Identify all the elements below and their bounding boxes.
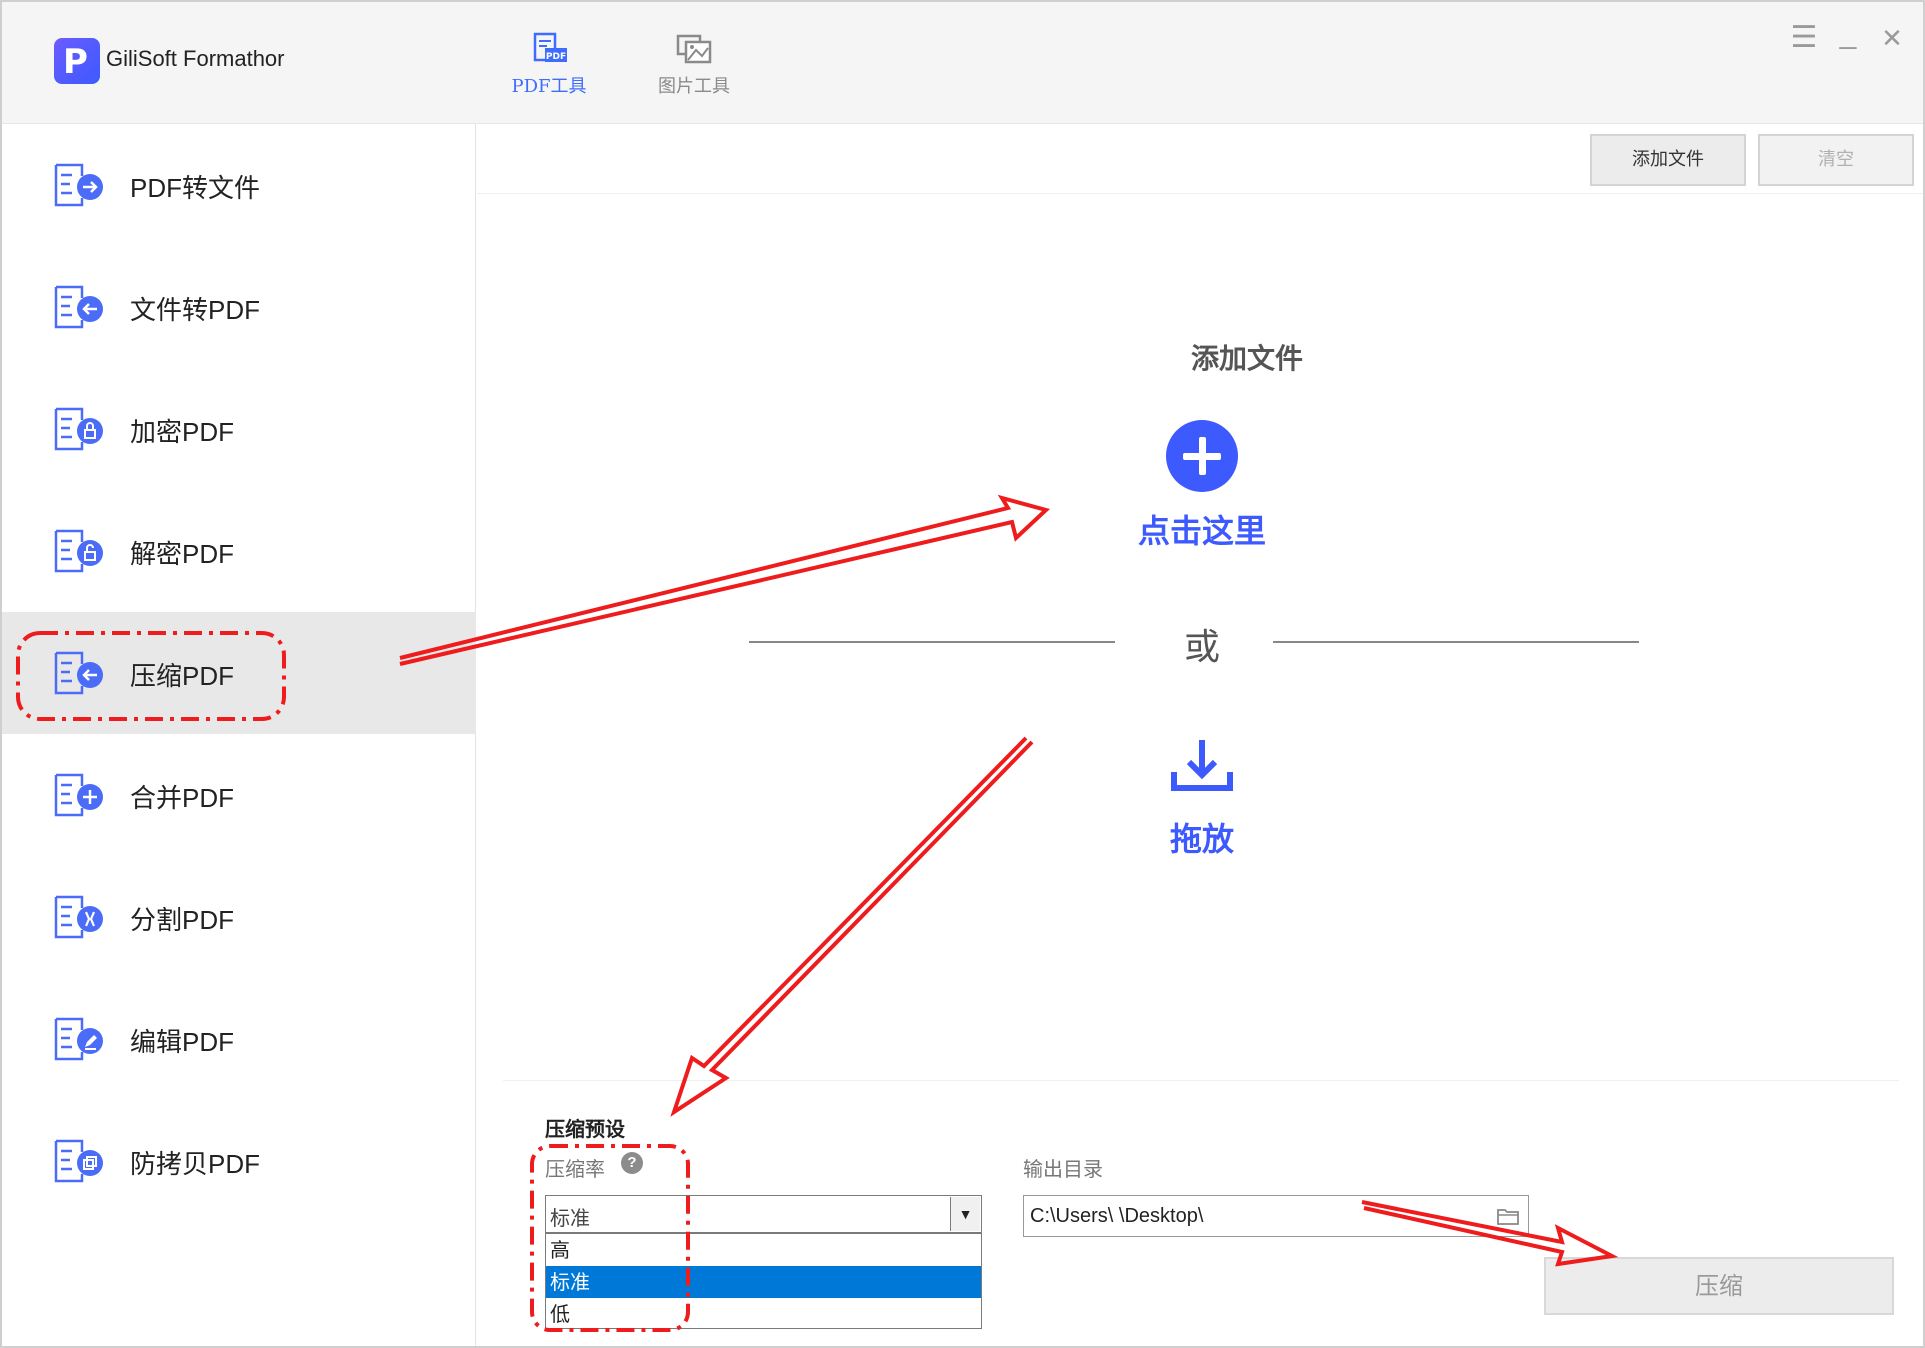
copy-protect-pdf-icon <box>54 1139 103 1183</box>
sidebar-item-merge-pdf[interactable]: 合并PDF <box>2 734 476 856</box>
title-bar: P GiliSoft Formathor PDF PDF工具 图片工具 ☰ _ … <box>2 2 1923 124</box>
chevron-down-icon[interactable]: ▼ <box>950 1197 980 1231</box>
sidebar-item-file-to-pdf[interactable]: 文件转PDF <box>2 246 476 368</box>
add-file-plus-icon[interactable] <box>1166 420 1238 492</box>
edit-pdf-icon <box>54 1017 103 1061</box>
app-logo-icon: P <box>54 38 100 84</box>
logo-letter: P <box>63 42 88 82</box>
compression-rate-select[interactable]: 标准 ▼ <box>545 1195 982 1233</box>
image-tool-icon <box>676 34 712 64</box>
sidebar-item-split-pdf[interactable]: 分割PDF <box>2 856 476 978</box>
option-high[interactable]: 高 <box>546 1234 981 1266</box>
sidebar-item-decrypt-pdf[interactable]: 解密PDF <box>2 490 476 612</box>
sidebar-item-edit-pdf[interactable]: 编辑PDF <box>2 978 476 1100</box>
encrypt-pdf-icon <box>54 407 103 451</box>
compression-settings: 压缩预设 压缩率 ? 标准 ▼ 高 标准 低 输出目录 C:\Users\ \D… <box>503 1080 1899 1346</box>
tab-image-tools[interactable]: 图片工具 <box>639 32 749 102</box>
sidebar-item-label: PDF转文件 <box>130 173 261 203</box>
sidebar-item-label: 合并PDF <box>130 783 235 813</box>
close-icon[interactable]: ✕ <box>1874 20 1910 56</box>
file-to-pdf-icon <box>54 285 103 329</box>
compression-rate-options: 高 标准 低 <box>545 1233 982 1329</box>
minimize-icon[interactable]: _ <box>1830 16 1866 52</box>
tab-image-tools-label: 图片工具 <box>658 76 730 97</box>
tab-pdf-tools-label: PDF工具 <box>511 76 587 97</box>
output-dir-value: C:\Users\ \Desktop\ <box>1030 1205 1204 1227</box>
option-standard[interactable]: 标准 <box>546 1266 981 1298</box>
sidebar-item-label: 压缩PDF <box>130 661 235 691</box>
drag-drop-label: 拖放 <box>1169 821 1234 857</box>
svg-text:PDF: PDF <box>546 52 566 62</box>
pdf-to-file-icon <box>54 163 103 207</box>
dropzone-title: 添加文件 <box>1190 343 1303 374</box>
sidebar-item-encrypt-pdf[interactable]: 加密PDF <box>2 368 476 490</box>
sidebar-item-label: 加密PDF <box>130 417 235 447</box>
option-low[interactable]: 低 <box>546 1298 981 1330</box>
split-pdf-icon <box>54 895 103 939</box>
or-divider-right <box>1273 641 1639 643</box>
sidebar-item-label: 解密PDF <box>130 539 235 569</box>
compress-button[interactable]: 压缩 <box>1544 1257 1894 1315</box>
output-dir-field[interactable]: C:\Users\ \Desktop\ <box>1023 1195 1529 1237</box>
app-title: GiliSoft Formathor <box>106 46 285 71</box>
sidebar-item-pdf-to-file[interactable]: PDF转文件 <box>2 124 476 246</box>
or-label: 或 <box>1183 627 1220 668</box>
download-drop-icon <box>1171 740 1233 791</box>
help-icon[interactable]: ? <box>621 1152 643 1174</box>
main-toolbar: 添加文件 清空 <box>477 124 1923 194</box>
compression-rate-value: 标准 <box>550 1206 590 1230</box>
clear-button[interactable]: 清空 <box>1758 134 1914 186</box>
pdf-tool-icon: PDF <box>533 32 567 62</box>
or-divider-left <box>749 641 1115 643</box>
output-dir-label: 输出目录 <box>1023 1159 1103 1181</box>
decrypt-pdf-icon <box>54 529 103 573</box>
main-panel: 添加文件 清空 添加文件 点击这里 或 拖放 压缩预设 压缩率 ? 标准 ▼ 高… <box>477 124 1923 1346</box>
sidebar: PDF转文件 文件转PDF 加密PDF 解密PDF 压缩PDF 合并PDF 分割… <box>2 124 476 1346</box>
compress-pdf-icon <box>54 651 103 695</box>
menu-icon[interactable]: ☰ <box>1786 20 1822 56</box>
app-window: P GiliSoft Formathor PDF PDF工具 图片工具 ☰ _ … <box>0 0 1925 1348</box>
sidebar-item-copy-protect-pdf[interactable]: 防拷贝PDF <box>2 1100 476 1222</box>
folder-icon[interactable] <box>1496 1206 1520 1226</box>
sidebar-item-label: 编辑PDF <box>130 1027 235 1057</box>
merge-pdf-icon <box>54 773 103 817</box>
click-here-link[interactable]: 点击这里 <box>1097 506 1307 552</box>
add-file-button[interactable]: 添加文件 <box>1590 134 1746 186</box>
preset-title: 压缩预设 <box>545 1119 625 1141</box>
sidebar-item-label: 文件转PDF <box>130 295 261 325</box>
sidebar-item-compress-pdf[interactable]: 压缩PDF <box>2 612 476 734</box>
sidebar-item-label: 分割PDF <box>130 905 235 935</box>
compression-rate-label: 压缩率 <box>545 1159 605 1181</box>
sidebar-item-label: 防拷贝PDF <box>130 1149 261 1179</box>
tab-pdf-tools[interactable]: PDF PDF工具 <box>494 32 604 102</box>
